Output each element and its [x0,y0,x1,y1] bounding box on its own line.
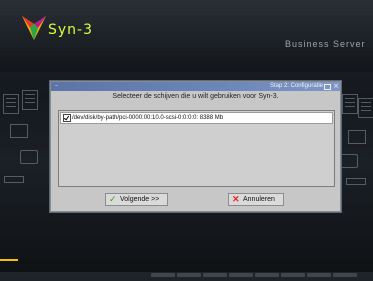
document-icon [358,98,373,118]
checkmark-icon: ✓ [109,194,117,204]
monitor-icon [20,150,38,164]
header-bar: Syn-3 Business Server [0,0,373,72]
dialog-title: Stap 2: Configuratie [269,83,323,89]
cancel-button-label: Annuleren [243,196,275,203]
next-button[interactable]: ✓ Volgende >> [105,193,168,206]
monitor-icon [340,154,358,168]
edition-label: Business Server [285,39,366,49]
disk-checkbox[interactable] [63,114,71,122]
close-icon[interactable]: × [333,82,339,91]
taskbar [150,262,373,277]
dialog-titlebar[interactable]: – Stap 2: Configuratie × [51,82,340,91]
x-icon: ✕ [232,194,240,204]
next-button-label: Volgende >> [120,196,160,203]
disk-list-item[interactable]: /dev/disk/by-path/pci-0000:00:10.0-scsi-… [60,112,333,124]
disk-label: /dev/disk/by-path/pci-0000:00:10.0-scsi-… [72,115,224,121]
restore-icon[interactable] [324,84,331,90]
text-cursor-marker [0,259,18,261]
document-icon [3,94,19,114]
mail-icon [10,124,28,138]
keyboard-icon [4,176,24,183]
dialog-prompt: Selecteer de schijven die u wilt gebruik… [112,93,279,100]
cancel-button[interactable]: ✕ Annuleren [228,193,284,206]
mail-icon [348,130,366,144]
disk-list[interactable]: /dev/disk/by-path/pci-0000:00:10.0-scsi-… [58,110,335,187]
brand-name: Syn-3 [48,22,94,38]
configuration-dialog: – Stap 2: Configuratie × Selecteer de sc… [50,81,341,212]
document-icon [342,94,358,114]
keyboard-icon [346,178,366,185]
syn3-logo-icon [22,16,46,40]
minimize-icon[interactable]: – [55,82,58,90]
document-icon [22,90,38,110]
